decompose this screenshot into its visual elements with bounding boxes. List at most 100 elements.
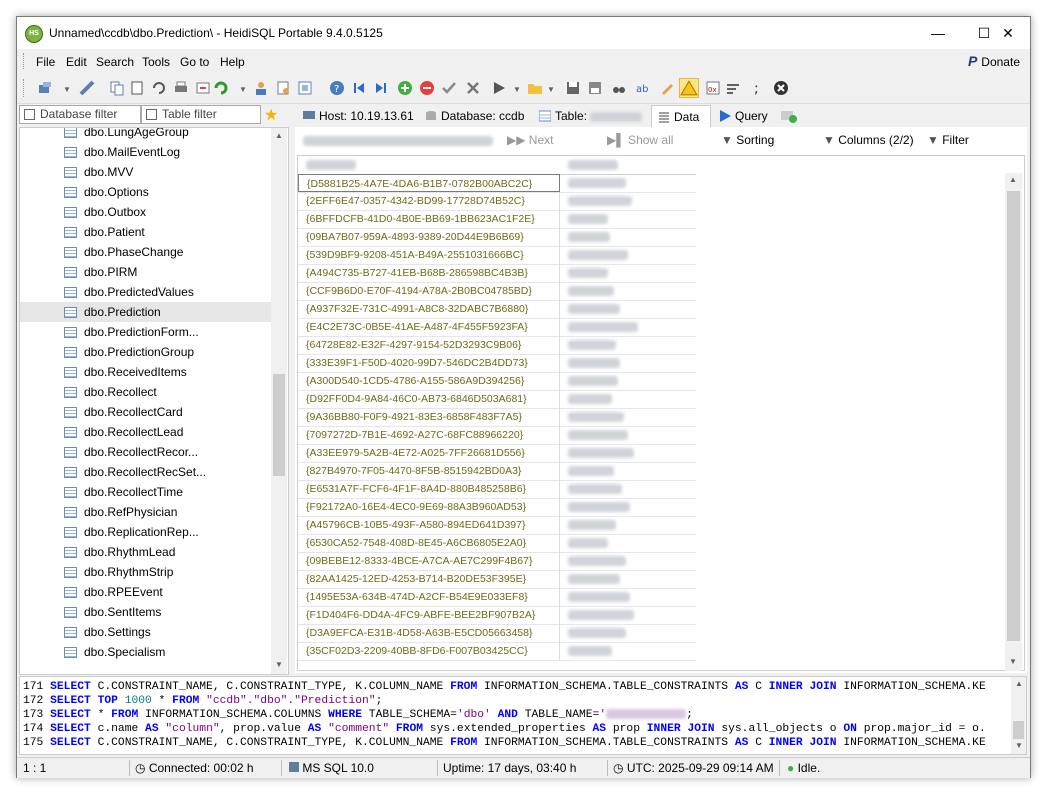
table-row[interactable]: {09BEBE12-8333-4BCE-A7CA-AE7C299F4B67}: [298, 552, 696, 571]
filter-button[interactable]: ▼ Filter: [927, 133, 969, 147]
hex-blob-icon[interactable]: 0x: [705, 80, 721, 96]
guid-cell[interactable]: {F1D404F6-DD4A-4FC9-ABFE-BEE2BF907B2A}: [298, 606, 560, 624]
table-row[interactable]: {9A36BB80-F0F9-4921-83E3-6858F483F7A5}: [298, 408, 696, 427]
tree-item[interactable]: dbo.Prediction: [20, 302, 271, 322]
menu-file[interactable]: File: [36, 55, 55, 69]
blurred-cell[interactable]: [568, 502, 630, 512]
guid-cell[interactable]: {09BEBE12-8333-4BCE-A7CA-AE7C299F4B67}: [298, 552, 560, 570]
menu-edit[interactable]: Edit: [66, 55, 87, 69]
blurred-cell[interactable]: [568, 340, 616, 350]
blurred-cell[interactable]: [568, 646, 612, 656]
table-row[interactable]: {2EFF6E47-0357-4342-BD99-17728D74B52C}: [298, 192, 696, 211]
blurred-cell[interactable]: [568, 196, 632, 206]
blurred-cell[interactable]: [568, 520, 616, 530]
table-row[interactable]: {D5881B25-4A7E-4DA6-B1B7-0782B00ABC2C}: [298, 174, 696, 193]
show-all-button[interactable]: ▶▌ Show all: [607, 133, 673, 147]
tree-item[interactable]: dbo.LungAgeGroup: [20, 128, 271, 142]
blurred-cell[interactable]: [568, 556, 626, 566]
minimize-button[interactable]: —: [915, 17, 961, 49]
tree-item[interactable]: dbo.RefPhysician: [20, 502, 271, 522]
log-vertical-scrollbar[interactable]: ▲ ▼: [1011, 677, 1026, 754]
table-row[interactable]: {CCF9B6D0-E70F-4194-A78A-2B0BC04785BD}: [298, 282, 696, 301]
tree-vertical-scrollbar[interactable]: ▲ ▼: [271, 128, 287, 674]
scroll-down-arrow-icon[interactable]: ▼: [1009, 657, 1017, 666]
blurred-cell[interactable]: [568, 286, 614, 296]
blurred-cell[interactable]: [568, 610, 634, 620]
guid-cell[interactable]: {1495E53A-634B-474D-A2CF-B54E9E033EF8}: [298, 588, 560, 606]
guid-cell[interactable]: {E4C2E73C-0B5E-41AE-A487-4F455F5923FA}: [298, 318, 560, 336]
blurred-cell[interactable]: [568, 232, 610, 242]
blurred-cell[interactable]: [568, 448, 634, 458]
tree-item[interactable]: dbo.ReplicationRep...: [20, 522, 271, 542]
guid-cell[interactable]: {539D9BF9-9208-451A-B49A-2551031666BC}: [298, 246, 560, 264]
menu-help[interactable]: Help: [220, 55, 245, 69]
guid-cell[interactable]: {A33EE979-5A2B-4E72-A025-7FF26681D556}: [298, 444, 560, 462]
guid-cell[interactable]: {D92FF0D4-9A84-46C0-AB73-6846D503A681}: [298, 390, 560, 408]
blurred-cell[interactable]: [568, 376, 618, 386]
refresh-icon[interactable]: [213, 80, 229, 96]
blurred-cell[interactable]: [568, 214, 608, 224]
edit-pencil-icon[interactable]: [659, 80, 675, 96]
execute-dropdown-arrow-icon[interactable]: ▼: [513, 85, 521, 94]
tree-item[interactable]: dbo.Specialism: [20, 642, 271, 662]
tree-item[interactable]: dbo.Settings: [20, 622, 271, 642]
guid-cell[interactable]: {A937F32E-731C-4991-A8C8-32DABC7B6880}: [298, 300, 560, 318]
guid-cell[interactable]: {CCF9B6D0-E70F-4194-A78A-2B0BC04785BD}: [298, 282, 560, 300]
blurred-cell[interactable]: [568, 178, 626, 188]
tree-item[interactable]: dbo.PhaseChange: [20, 242, 271, 262]
delete-record-icon[interactable]: [419, 80, 435, 96]
cancel-changes-icon[interactable]: [465, 80, 481, 96]
tree-scroll-thumb[interactable]: [273, 374, 285, 476]
blurred-cell[interactable]: [568, 322, 638, 332]
tab-table[interactable]: Table:: [533, 105, 649, 127]
table-row[interactable]: {D3A9EFCA-E31B-4D58-A63B-E5CD05663458}: [298, 624, 696, 643]
guid-cell[interactable]: {F92172A0-16E4-4EC0-9E69-88A3B960AD53}: [298, 498, 560, 516]
blurred-column-header-2[interactable]: [568, 160, 618, 170]
blurred-cell[interactable]: [568, 592, 630, 602]
last-record-icon[interactable]: [373, 80, 389, 96]
save-as-snippet-icon[interactable]: [587, 80, 603, 96]
blurred-cell[interactable]: [568, 484, 622, 494]
tree-item[interactable]: dbo.Patient: [20, 222, 271, 242]
table-row[interactable]: {6530CA52-7548-408D-8E45-A6CB6805E2A0}: [298, 534, 696, 553]
blurred-cell[interactable]: [568, 574, 620, 584]
table-row[interactable]: {E6531A7F-FCF6-4F1F-8A4D-880B485258B6}: [298, 480, 696, 499]
tree-item[interactable]: dbo.MailEventLog: [20, 142, 271, 162]
tree-item[interactable]: dbo.PredictedValues: [20, 282, 271, 302]
dropdown-arrow-icon[interactable]: ▼: [63, 85, 71, 94]
replace-icon[interactable]: ab: [635, 80, 651, 96]
next-button[interactable]: ▶▶ Next: [507, 133, 553, 147]
tree-item[interactable]: dbo.PredictionForm...: [20, 322, 271, 342]
tree-item[interactable]: dbo.RecollectTime: [20, 482, 271, 502]
tree-item[interactable]: dbo.ReceivedItems: [20, 362, 271, 382]
guid-cell[interactable]: {2EFF6E47-0357-4342-BD99-17728D74B52C}: [298, 192, 560, 210]
log-scroll-up-arrow-icon[interactable]: ▲: [1015, 679, 1023, 688]
guid-cell[interactable]: {64728E82-E32F-4297-9154-52D3293C9B06}: [298, 336, 560, 354]
table-filter-input[interactable]: Table filter: [141, 105, 261, 124]
table-row[interactable]: {A45796CB-10B5-493F-A580-894ED641D397}: [298, 516, 696, 535]
blurred-cell[interactable]: [568, 412, 624, 422]
blurred-cell[interactable]: [568, 304, 620, 314]
table-row[interactable]: {A494C735-B727-41EB-B68B-286598BC4B3B}: [298, 264, 696, 283]
disconnect-icon[interactable]: [79, 80, 95, 96]
paste-icon[interactable]: [129, 80, 145, 96]
user-manager-icon[interactable]: [253, 80, 269, 96]
tree-item[interactable]: dbo.RecollectLead: [20, 422, 271, 442]
tree-item[interactable]: dbo.RhythmStrip: [20, 562, 271, 582]
execute-sql-icon[interactable]: [491, 80, 507, 96]
tab-query[interactable]: Query: [713, 105, 777, 127]
guid-cell[interactable]: {A45796CB-10B5-493F-A580-894ED641D397}: [298, 516, 560, 534]
guid-cell[interactable]: {6530CA52-7548-408D-8E45-A6CB6805E2A0}: [298, 534, 560, 552]
table-row[interactable]: {A937F32E-731C-4991-A8C8-32DABC7B6880}: [298, 300, 696, 319]
connect-icon[interactable]: [37, 80, 53, 96]
open-dropdown-arrow-icon[interactable]: ▼: [547, 85, 555, 94]
tree-item[interactable]: dbo.SentItems: [20, 602, 271, 622]
guid-cell[interactable]: {7097272D-7B1E-4692-A27C-68FC88966220}: [298, 426, 560, 444]
database-tree[interactable]: dbo.LungAgeGroup dbo.MailEventLog dbo.MVV d…: [19, 127, 289, 675]
menu-tools[interactable]: Tools: [142, 55, 170, 69]
menu-search[interactable]: Search: [96, 55, 134, 69]
table-row[interactable]: {09BA7B07-959A-4893-9389-20D44E9B6B69}: [298, 228, 696, 247]
maintenance-icon[interactable]: [275, 80, 291, 96]
semicolon-icon[interactable]: ;: [749, 80, 765, 96]
table-row[interactable]: {A33EE979-5A2B-4E72-A025-7FF26681D556}: [298, 444, 696, 463]
